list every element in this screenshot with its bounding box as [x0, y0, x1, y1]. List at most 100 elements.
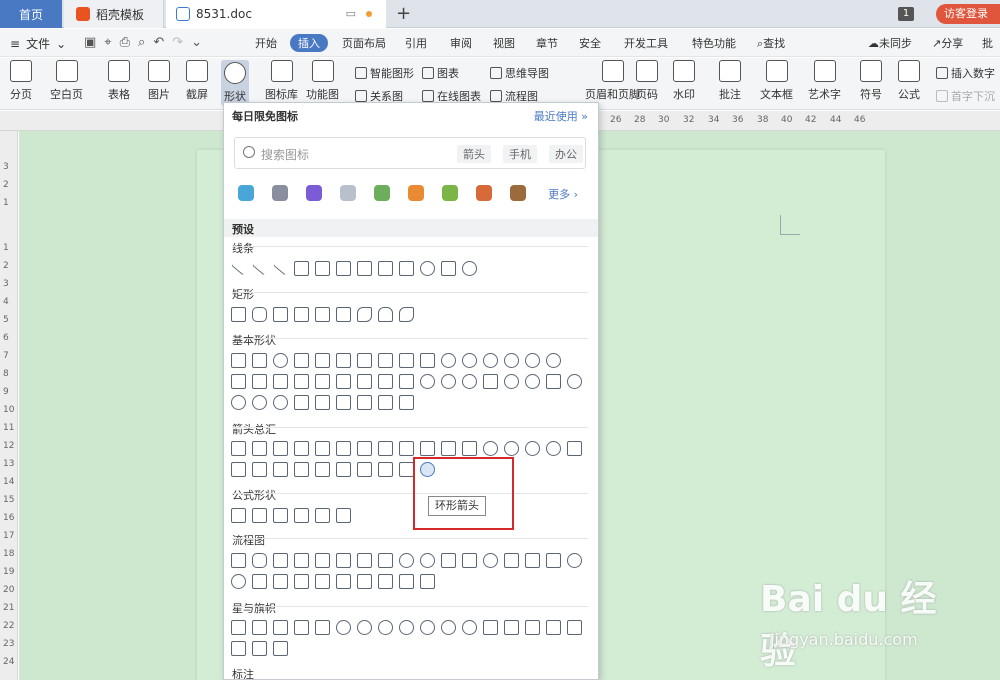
quad-arrow-callout-shape[interactable] [399, 462, 414, 477]
rectangle-shape[interactable] [231, 307, 246, 322]
elbow-connector-shape[interactable] [294, 261, 309, 276]
flowchart-preparation-shape[interactable] [420, 553, 435, 568]
freeform-shape[interactable] [441, 261, 456, 276]
line-shape[interactable] [231, 254, 253, 276]
star-5-point-shape[interactable] [294, 620, 309, 635]
l-shape[interactable] [273, 374, 288, 389]
hexagon-shape[interactable] [420, 353, 435, 368]
tab-insert[interactable]: 插入 [290, 34, 328, 52]
search-command[interactable]: ⌕查找 [757, 35, 785, 51]
tab-references[interactable]: 引用 [405, 35, 427, 51]
redo-icon[interactable]: ↷ [172, 35, 183, 50]
chip-office[interactable]: 办公 [549, 145, 583, 163]
explosion-2-shape[interactable] [252, 620, 267, 635]
format-painter-icon[interactable]: ⌖ [104, 35, 111, 50]
mind-map-button[interactable]: 思维导图 [490, 65, 549, 81]
flowchart-merge-shape[interactable] [315, 574, 330, 589]
star-16-point-shape[interactable] [420, 620, 435, 635]
sync-status[interactable]: ☁未同步 [868, 35, 912, 51]
double-arrow-line-shape[interactable] [273, 254, 295, 276]
heptagon-shape[interactable] [441, 353, 456, 368]
divide-shape[interactable] [294, 508, 309, 523]
flowchart-display-shape[interactable] [420, 574, 435, 589]
cloud-shape[interactable] [252, 395, 267, 410]
maple-leaf-icon[interactable] [408, 185, 424, 201]
flowchart-sort-shape[interactable] [273, 574, 288, 589]
pie-shape[interactable] [525, 353, 540, 368]
star-32-point-shape[interactable] [462, 620, 477, 635]
textbox-button[interactable]: 文本框 [760, 60, 793, 102]
comment-button[interactable]: 批 [982, 35, 993, 51]
decagon-shape[interactable] [483, 353, 498, 368]
textbox-shape[interactable] [231, 353, 246, 368]
scribble-shape[interactable] [462, 261, 477, 276]
flowchart-direct-access-storage-shape[interactable] [399, 574, 414, 589]
curved-double-arrow-shape[interactable] [399, 261, 414, 276]
flowchart-or-shape[interactable] [231, 574, 246, 589]
more-icons-link[interactable]: 更多 › [548, 186, 578, 202]
not-equal-shape[interactable] [336, 508, 351, 523]
flowchart-collate-shape[interactable] [252, 574, 267, 589]
explosion-shape[interactable] [231, 620, 246, 635]
notched-right-arrow-shape[interactable] [231, 462, 246, 477]
right-arrow-callout-shape[interactable] [294, 462, 309, 477]
share-button[interactable]: ↗分享 [932, 35, 963, 51]
wave-shape[interactable] [252, 641, 267, 656]
lightning-bolt-shape[interactable] [546, 374, 561, 389]
right-arrow-shape[interactable] [231, 441, 246, 456]
print-icon[interactable]: ⎙ [120, 35, 130, 50]
flowchart-delay-shape[interactable] [357, 574, 372, 589]
round-diagonal-rectangle-shape[interactable] [399, 307, 414, 322]
curved-left-arrow-shape[interactable] [504, 441, 519, 456]
pentagon-shape[interactable] [399, 353, 414, 368]
tab-features[interactable]: 特色功能 [692, 35, 736, 51]
elbow-double-arrow-shape[interactable] [336, 261, 351, 276]
star-24-point-shape[interactable] [441, 620, 456, 635]
potted-plant-icon[interactable] [476, 185, 492, 201]
preview-icon[interactable]: ⌕ [138, 35, 145, 50]
tab-page-layout[interactable]: 页面布局 [342, 35, 386, 51]
chevron-shape[interactable] [273, 462, 288, 477]
star-12-point-shape[interactable] [399, 620, 414, 635]
flowchart-alternate-process-shape[interactable] [252, 553, 267, 568]
rocket-house-icon[interactable] [306, 185, 322, 201]
ribbon-up-shape[interactable] [483, 620, 498, 635]
tab-document[interactable]: 8531.doc ▭ [166, 0, 386, 28]
smiley-face-shape[interactable] [504, 374, 519, 389]
wheelbarrow-icon[interactable] [510, 185, 526, 201]
blank-page-button[interactable]: 空白页 [50, 60, 83, 102]
snip-diagonal-rectangle-shape[interactable] [315, 307, 330, 322]
plus-shape[interactable] [231, 508, 246, 523]
star-4-point-shape[interactable] [273, 620, 288, 635]
flowchart-predefined-process-shape[interactable] [315, 553, 330, 568]
chip-phone[interactable]: 手机 [503, 145, 537, 163]
save-icon[interactable]: ▣ [84, 35, 96, 50]
chord-shape[interactable] [546, 353, 561, 368]
recently-used-link[interactable]: 最近使用 » [534, 108, 588, 124]
half-frame-shape[interactable] [252, 374, 267, 389]
house-icon[interactable] [238, 185, 254, 201]
horizontal-scroll-shape[interactable] [231, 641, 246, 656]
chart-button[interactable]: 图表 [422, 65, 459, 81]
curved-connector-shape[interactable] [357, 261, 372, 276]
donut-shape[interactable] [420, 374, 435, 389]
flowchart-decision-shape[interactable] [273, 553, 288, 568]
flowchart-stored-data-shape[interactable] [336, 574, 351, 589]
flowchart-internal-storage-shape[interactable] [336, 553, 351, 568]
down-arrow-shape[interactable] [294, 441, 309, 456]
comment-insert-button[interactable]: 批注 [719, 60, 741, 102]
left-arrow-callout-shape[interactable] [315, 462, 330, 477]
curved-arrow-shape[interactable] [378, 261, 393, 276]
frog-icon[interactable] [374, 185, 390, 201]
moon-shape[interactable] [231, 395, 246, 410]
elbow-arrow-shape[interactable] [315, 261, 330, 276]
round-same-side-rectangle-shape[interactable] [378, 307, 393, 322]
tab-home[interactable]: 首页 [0, 0, 62, 28]
round-corner-rectangle-shape[interactable] [357, 307, 372, 322]
curved-ribbon-up-shape[interactable] [525, 620, 540, 635]
quad-arrow-shape[interactable] [357, 441, 372, 456]
octagon-shape[interactable] [462, 353, 477, 368]
heart-shape[interactable] [525, 374, 540, 389]
screenshot-button[interactable]: 截屏 [186, 60, 208, 102]
star-7-point-shape[interactable] [336, 620, 351, 635]
